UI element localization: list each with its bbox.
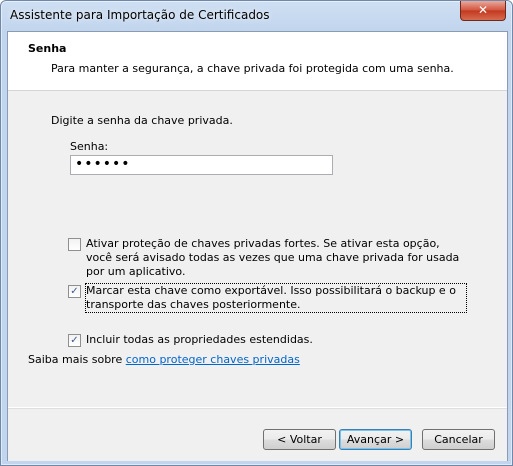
- extended-properties-label: Incluir todas as propriedades estendidas…: [86, 333, 313, 346]
- wizard-footer: < Voltar Avançar > Cancelar: [8, 408, 507, 461]
- cancel-button[interactable]: Cancelar: [422, 429, 495, 450]
- page-title: Senha: [28, 42, 67, 55]
- check-icon: ✓: [70, 335, 79, 346]
- window-title: Assistente para Importação de Certificad…: [10, 8, 270, 22]
- learn-more-prefix: Saiba mais sobre: [28, 353, 126, 366]
- password-field[interactable]: ••••••: [70, 155, 333, 175]
- wizard-header: Senha Para manter a segurança, a chave p…: [8, 32, 507, 91]
- close-button[interactable]: ✕: [460, 1, 506, 21]
- close-icon: ✕: [477, 3, 489, 17]
- strong-protection-checkbox[interactable]: [68, 238, 81, 251]
- password-label: Senha:: [70, 140, 109, 153]
- password-prompt: Digite a senha da chave privada.: [51, 114, 233, 127]
- learn-more-link[interactable]: como proteger chaves privadas: [126, 353, 300, 366]
- page-description: Para manter a segurança, a chave privada…: [51, 62, 454, 75]
- title-bar[interactable]: Assistente para Importação de Certificad…: [1, 1, 512, 31]
- back-button[interactable]: < Voltar: [263, 429, 336, 450]
- exportable-checkbox[interactable]: ✓: [68, 285, 81, 298]
- next-button[interactable]: Avançar >: [339, 429, 412, 450]
- exportable-label: Marcar esta chave como exportável. Isso …: [85, 283, 467, 313]
- wizard-window: Assistente para Importação de Certificad…: [0, 0, 513, 466]
- extended-properties-checkbox[interactable]: ✓: [68, 334, 81, 347]
- wizard-content: Digite a senha da chave privada. Senha: …: [8, 91, 507, 407]
- wizard-client-area: Senha Para manter a segurança, a chave p…: [7, 31, 508, 461]
- strong-protection-label: Ativar proteção de chaves privadas forte…: [86, 237, 460, 278]
- check-icon: ✓: [70, 286, 79, 297]
- learn-more-text: Saiba mais sobre como proteger chaves pr…: [28, 353, 300, 366]
